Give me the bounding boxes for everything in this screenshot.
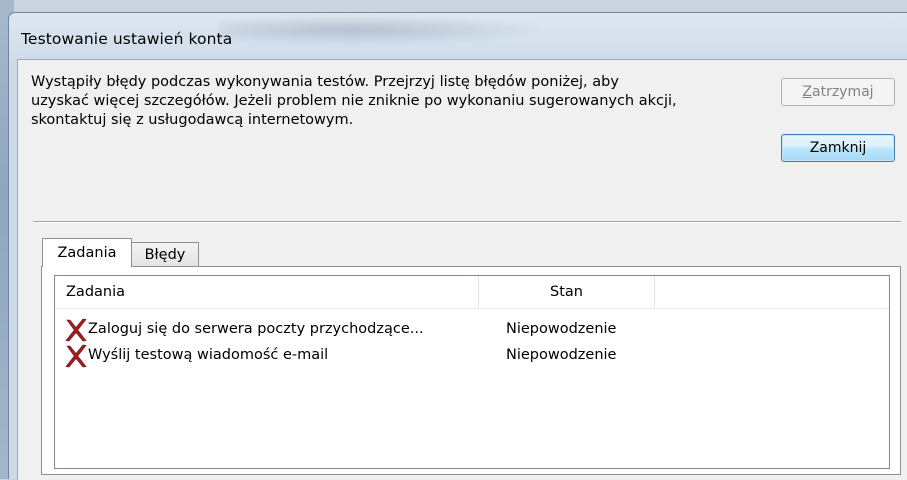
error-x-icon: [65, 318, 87, 342]
stop-button-mnemonic: Z: [802, 84, 812, 100]
list-item-state: Niepowodzenie: [506, 347, 617, 363]
title-bar[interactable]: Testowanie ustawień konta: [9, 13, 907, 59]
column-header-empty[interactable]: [655, 276, 889, 308]
list-item[interactable]: Zaloguj się do serwera poczty przychodzą…: [55, 318, 889, 342]
dialog-window: Testowanie ustawień konta Wystąpiły błęd…: [8, 12, 907, 480]
tab-tasks[interactable]: Zadania: [42, 238, 132, 267]
list-item-task: Wyślij testową wiadomość e-mail: [88, 347, 329, 363]
list-item-task: Zaloguj się do serwera poczty przychodzą…: [88, 321, 424, 337]
window-title: Testowanie ustawień konta: [21, 30, 233, 48]
tasks-list-view[interactable]: Zadania Stan Zaloguj się do serwera pocz…: [54, 275, 890, 469]
error-message-text: Wystąpiły błędy podczas wykonywania test…: [31, 74, 677, 128]
list-header: Zadania Stan: [55, 276, 889, 309]
list-item-state: Niepowodzenie: [506, 321, 617, 337]
column-header-tasks-label: Zadania: [66, 284, 126, 300]
close-button[interactable]: Zamknij: [781, 134, 895, 162]
dialog-client-area: Wystąpiły błędy podczas wykonywania test…: [17, 59, 907, 480]
tab-panel-tasks: Zadania Stan Zaloguj się do serwera pocz…: [41, 266, 901, 475]
title-bar-glass-blur: [219, 15, 549, 45]
error-x-icon: [65, 344, 87, 368]
column-header-tasks[interactable]: Zadania: [55, 276, 479, 308]
tab-errors-label: Błędy: [144, 247, 186, 263]
horizontal-separator: [33, 221, 901, 223]
tab-tasks-label: Zadania: [57, 245, 117, 261]
tab-errors[interactable]: Błędy: [131, 242, 199, 267]
column-header-state[interactable]: Stan: [479, 276, 655, 308]
column-header-state-label: Stan: [550, 284, 583, 300]
list-item[interactable]: Wyślij testową wiadomość e-mail Niepowod…: [55, 344, 889, 368]
stop-button-label: atrzymaj: [812, 84, 874, 100]
stop-button[interactable]: Zatrzymaj: [781, 78, 895, 106]
